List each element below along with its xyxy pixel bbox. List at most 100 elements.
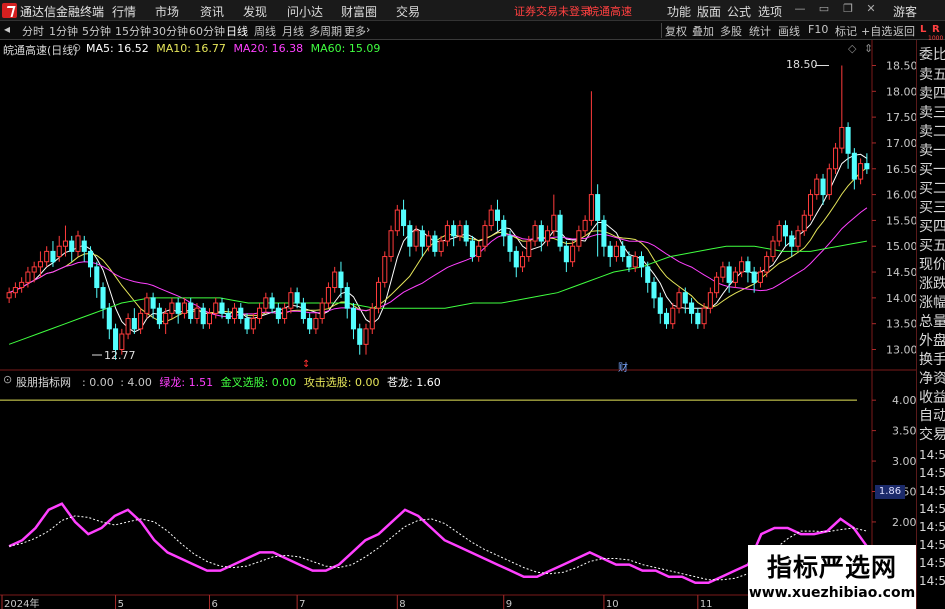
menu-hangqing[interactable]: 行情 [112,3,136,20]
candle-body [113,328,119,351]
tool-f10[interactable]: F10 [808,23,828,36]
y-tick-label: 17.50 [886,111,916,124]
chart-diamond-icon[interactable]: ◇ [848,42,856,55]
ma10-line [8,167,868,323]
candle-body [125,318,131,335]
indicator-settings-icon[interactable]: ⊙ [3,373,12,386]
candle-body [294,292,300,304]
candle-body [626,256,632,268]
menu-xuanxiang[interactable]: 选项 [758,3,782,20]
period-30min[interactable]: 30分钟 [152,23,188,39]
period-15min[interactable]: 15分钟 [115,23,151,39]
candle-body [732,271,738,283]
tool-huaxian[interactable]: 画线 [778,23,800,39]
tool-tongji[interactable]: 统计 [749,23,771,39]
rp-earnings[interactable]: 收益 [919,389,945,407]
rp-buy2[interactable]: 买二 [919,180,945,198]
candle-body [50,250,56,263]
menu-gongneng[interactable]: 功能 [667,3,691,20]
event-marker[interactable]: ↕ [302,359,310,370]
candle-body [401,209,407,227]
candle-body [250,318,256,330]
menu-banmian[interactable]: 版面 [697,3,721,20]
rp-change-pct[interactable]: 涨幅 [919,294,945,312]
tool-duogu[interactable]: 多股 [720,23,742,39]
finance-marker[interactable]: 财 [618,359,628,374]
tool-diejia[interactable]: 叠加 [692,23,714,39]
period-monthly[interactable]: 月线 [282,23,304,39]
minimize-window-icon[interactable]: — [793,2,807,18]
tool-add-watchlist[interactable]: +自选 [861,23,892,39]
candle-body [807,194,814,216]
period-5min[interactable]: 5分钟 [82,23,111,39]
candle-body [263,297,269,309]
rp-sell3[interactable]: 卖三 [919,104,945,122]
candle-body [576,230,582,247]
more-chevron-icon[interactable]: › [366,23,370,36]
panel-toggle-right[interactable]: R [932,24,940,35]
rp-trade[interactable]: 交易 [919,426,945,444]
rp-price[interactable]: 现价 [919,256,945,274]
ma-settings-icon[interactable]: ⊙ [72,41,81,54]
ma60-value: MA60: 15.09 [310,42,381,55]
close-window-icon[interactable]: ✕ [864,2,878,18]
y-tick-label: 14.50 [886,266,916,279]
rp-buy5[interactable]: 买五 [919,237,945,255]
period-multi[interactable]: 多周期 [309,23,342,39]
menu-wenxiaoda[interactable]: 问小达 [287,3,323,20]
rp-outer[interactable]: 外盘 [919,332,945,350]
y-tick-label: 15.00 [886,240,916,253]
x-tick-label: 11 [700,599,713,609]
rp-volume[interactable]: 总量 [919,313,945,331]
y-tick-label: 14.00 [886,292,916,305]
restore-window-icon[interactable]: ❐ [841,2,855,18]
period-60min[interactable]: 60分钟 [189,23,225,39]
rp-turnover[interactable]: 换手 [919,351,945,369]
panel-toggle-left[interactable]: L [920,24,926,35]
rp-netasset[interactable]: 净资 [919,370,945,388]
menu-jiaoyi[interactable]: 交易 [396,3,420,20]
period-fenshi[interactable]: 分时 [22,23,44,39]
rp-change[interactable]: 涨跌 [919,275,945,293]
trade-login-status[interactable]: 证券交易未登录 [514,3,591,19]
toolbar-back-icon[interactable]: ◂ [4,22,10,36]
tick-time: 14:56 [919,520,945,534]
candle-body [6,292,12,299]
menu-caifuquan[interactable]: 财富圈 [341,3,377,20]
candle-body [119,333,125,351]
ind-attack: 攻击选股: 0.00 [303,376,380,389]
rp-sell1[interactable]: 卖一 [919,142,945,160]
y-tick-label: 13.00 [886,344,916,357]
candle-body [839,126,845,149]
rp-sell4[interactable]: 卖四 [919,85,945,103]
rp-weibi[interactable]: 委比 [919,46,945,64]
kline-chart[interactable]: 18.50 18.00 17.50 17.00 16.50 16.00 15.50 15.00… [0,40,916,609]
guest-user[interactable]: 游客 [893,3,917,20]
menu-gongshi[interactable]: 公式 [727,3,751,20]
candle-body [87,250,94,268]
menu-zixun[interactable]: 资讯 [200,3,224,20]
rp-buy4[interactable]: 买四 [919,218,945,236]
y-tick-label: 16.00 [886,189,916,202]
rp-buy3[interactable]: 买三 [919,199,945,217]
tool-back[interactable]: 返回 [893,23,915,39]
rp-auto[interactable]: 自动 [919,407,945,425]
rp-buy1[interactable]: 买一 [919,161,945,179]
period-daily[interactable]: 日线 [226,23,248,39]
period-more[interactable]: 更多 [344,23,366,39]
menu-faxian[interactable]: 发现 [243,3,267,20]
maximize-window-icon[interactable]: ▭ [817,2,831,18]
candlestick-series [6,65,870,360]
tool-fuquan[interactable]: 复权 [665,23,687,39]
candle-body [526,240,532,258]
tool-biaoji[interactable]: 标记 [835,23,857,39]
chart-scroll-icon[interactable]: ⇕ [864,42,873,55]
y-tick-label: 17.00 [886,137,916,150]
period-1min[interactable]: 1分钟 [49,23,78,39]
period-weekly[interactable]: 周线 [254,23,276,39]
rp-sell5[interactable]: 卖五 [919,66,945,84]
rp-sell2[interactable]: 卖二 [919,123,945,141]
watermark-url: www.xuezhibiao.com [748,585,916,601]
menu-shichang[interactable]: 市场 [155,3,179,20]
x-tick-label: 10 [606,599,619,609]
